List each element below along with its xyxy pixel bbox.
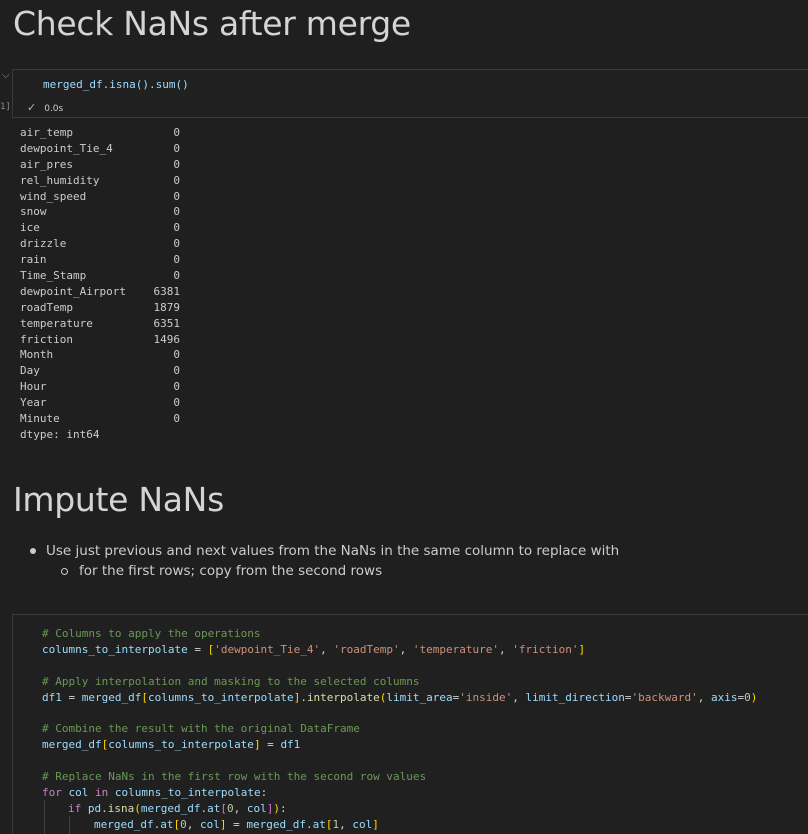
column-name: air_temp — [20, 126, 73, 139]
nan-count: 0 — [173, 396, 180, 410]
column-name: Month — [20, 348, 54, 362]
output-row: wind_speed 0 — [20, 189, 180, 205]
code-line: columns_to_interpolate = ['dewpoint_Tie_… — [42, 642, 586, 656]
column-name: Time_Stamp — [20, 269, 87, 283]
output-row: Month 0 — [20, 347, 180, 363]
output-row: dewpoint_Airport 6381 — [20, 284, 180, 300]
list-item-text: for the first rows; copy from the second… — [79, 563, 383, 579]
code-line: df1 = merged_df[columns_to_interpolate].… — [42, 690, 758, 704]
output-row: drizzle 0 — [20, 236, 180, 252]
column-name: roadTemp — [20, 300, 73, 314]
column-name: dewpoint_Airport — [20, 284, 126, 298]
code-comment: # Columns to apply the operations — [42, 627, 261, 640]
column-name: temperature — [20, 316, 93, 330]
output-row: rel_humidity 0 — [20, 173, 180, 189]
code-comment: # Apply interpolation and masking to the… — [42, 674, 420, 688]
nan-count: 0 — [173, 348, 180, 362]
nan-count: 0 — [173, 253, 180, 267]
column-name: snow — [20, 205, 47, 219]
heading-impute-nans: Impute NaNs — [13, 480, 224, 519]
success-check-icon: ✓ — [27, 101, 37, 114]
nan-count: 0 — [173, 221, 180, 235]
bullet-circle-icon — [61, 568, 68, 575]
list-item-text: Use just previous and next values from t… — [46, 543, 620, 559]
code-cell-isna[interactable]: merged_df.isna().sum() ✓ 0.0s — [12, 69, 808, 118]
nan-count: 0 — [173, 364, 180, 378]
output-row: air_pres 0 — [20, 157, 180, 173]
column-name: Hour — [20, 380, 47, 394]
dtype-line: dtype: int64 — [20, 427, 100, 441]
output-row: Minute 0 — [20, 411, 180, 427]
code-comment: # Combine the result with the original D… — [42, 722, 360, 736]
code-line: if pd.isna(merged_df.at[0, col]): — [68, 801, 287, 815]
code-text: merged_df.isna().sum() — [43, 78, 189, 91]
output-row: dewpoint_Tie_4 0 — [20, 141, 180, 157]
output-row: Hour 0 — [20, 379, 180, 395]
column-name: rain — [20, 253, 47, 267]
nan-count: 6381 — [153, 284, 181, 298]
code-line: merged_df[columns_to_interpolate] = df1 — [42, 738, 301, 752]
output-row: Time_Stamp 0 — [20, 268, 180, 284]
output-row: air_temp 0 — [20, 125, 180, 141]
column-name: wind_speed — [20, 189, 87, 203]
nan-count: 0 — [173, 380, 180, 394]
output-row: friction 1496 — [20, 332, 180, 348]
column-name: Day — [20, 364, 40, 378]
output-row: temperature 6351 — [20, 316, 180, 332]
column-name: air_pres — [20, 157, 73, 171]
column-name: ice — [20, 221, 40, 235]
output-row: rain 0 — [20, 252, 180, 268]
nan-count: 0 — [173, 269, 180, 283]
nan-count: 0 — [173, 126, 180, 139]
code-line: for col in columns_to_interpolate: — [42, 785, 268, 799]
nan-count: 0 — [173, 205, 180, 219]
column-name: dewpoint_Tie_4 — [20, 141, 113, 155]
column-name: friction — [20, 332, 73, 346]
cell-code[interactable]: merged_df.isna().sum() — [43, 78, 189, 91]
nan-count: 0 — [173, 157, 180, 171]
output-row: snow 0 — [20, 204, 180, 220]
bullet-dot-icon — [30, 548, 36, 554]
output-row: Day 0 — [20, 363, 180, 379]
cell-code[interactable]: # Columns to apply the operations column… — [42, 626, 757, 833]
column-name: drizzle — [20, 237, 67, 251]
execution-count: 1] — [0, 102, 11, 112]
heading-check-nans: Check NaNs after merge — [13, 4, 411, 43]
output-row: ice 0 — [20, 220, 180, 236]
nan-count: 0 — [173, 412, 180, 426]
code-cell-impute[interactable]: # Columns to apply the operations column… — [12, 614, 808, 834]
exec-time: 0.0s — [44, 104, 64, 114]
nan-count: 0 — [173, 173, 180, 187]
nan-count: 0 — [173, 237, 180, 251]
code-line: merged_df.at[0, col] = merged_df.at[1, c… — [94, 817, 379, 831]
nan-count: 1879 — [153, 300, 181, 314]
code-comment: # Replace NaNs in the first row with the… — [42, 770, 427, 784]
column-name: rel_humidity — [20, 173, 100, 187]
nan-count: 0 — [173, 141, 180, 155]
cell-status: ✓ 0.0s — [27, 101, 63, 114]
column-name: Minute — [20, 412, 60, 426]
nan-count: 0 — [173, 189, 180, 203]
cell-output: air_temp 0 dewpoint_Tie_4 0 air_pres 0 rel_hum… — [20, 125, 180, 443]
output-row: roadTemp 1879 — [20, 300, 180, 316]
nan-count: 1496 — [153, 332, 181, 346]
collapse-chevron-icon[interactable]: ⌵ — [2, 70, 10, 81]
output-row: Year 0 — [20, 395, 180, 411]
column-name: Year — [20, 396, 47, 410]
nan-count: 6351 — [153, 316, 181, 330]
